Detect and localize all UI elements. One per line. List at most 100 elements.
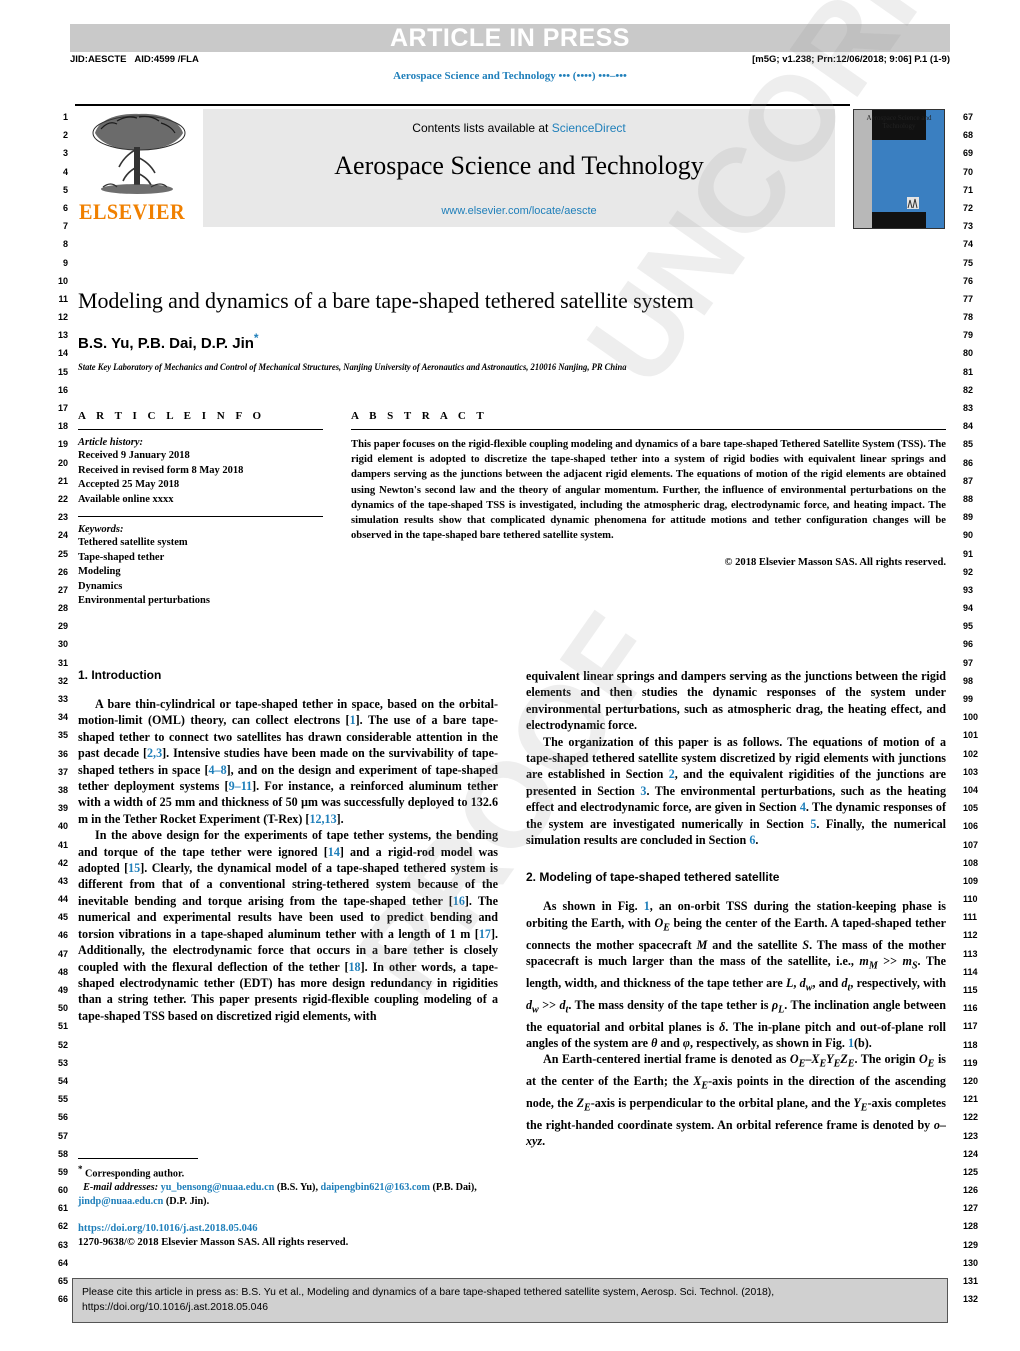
line-number: 124 xyxy=(963,1148,979,1159)
article-info-rule xyxy=(78,429,323,430)
citation-ref[interactable]: 15 xyxy=(128,861,140,875)
asterisk-icon: * xyxy=(78,1164,83,1174)
sciencedirect-link[interactable]: ScienceDirect xyxy=(552,121,626,135)
line-number: 54 xyxy=(57,1075,68,1086)
line-number: 69 xyxy=(963,148,974,159)
line-number: 66 xyxy=(57,1294,68,1305)
line-number: 105 xyxy=(963,803,979,814)
email-link-3[interactable]: jindp@nuaa.edu.cn xyxy=(78,1196,163,1207)
line-number: 21 xyxy=(57,475,68,486)
citation-ref[interactable]: 16 xyxy=(453,894,465,908)
symbol-sub: M xyxy=(868,960,878,972)
line-number: 6 xyxy=(62,202,68,213)
line-number: 67 xyxy=(963,112,974,122)
line-number: 94 xyxy=(963,603,974,614)
text-run: . The mass density of the tape tether is xyxy=(568,997,772,1012)
line-number: 52 xyxy=(57,1039,68,1050)
author-list: B.S. Yu, P.B. Dai, D.P. Jin* xyxy=(78,331,943,352)
line-number: 56 xyxy=(57,1112,68,1123)
line-number: 55 xyxy=(57,1094,68,1105)
keywords-label: Keywords: xyxy=(78,524,124,535)
line-number: 29 xyxy=(57,621,68,632)
citation-ref[interactable]: 2,3 xyxy=(147,746,162,760)
citation-ref[interactable]: 18 xyxy=(349,960,361,974)
title-block: Modeling and dynamics of a bare tape-sha… xyxy=(78,288,943,372)
production-stamp: [m5G; v1.238; Prn:12/06/2018; 9:06] P.1 … xyxy=(752,54,950,65)
citation-ref[interactable]: 9–11 xyxy=(229,779,253,793)
line-number: 128 xyxy=(963,1221,979,1232)
line-number: 110 xyxy=(963,894,978,905)
email-link-1[interactable]: yu_bensong@nuaa.edu.cn xyxy=(161,1182,275,1193)
line-number: 116 xyxy=(963,1003,978,1014)
line-number: 47 xyxy=(57,948,68,959)
author-names: B.S. Yu, P.B. Dai, D.P. Jin xyxy=(78,335,254,352)
history-revised: Received in revised form 8 May 2018 xyxy=(78,464,244,476)
line-number: 63 xyxy=(57,1239,68,1250)
line-number: 3 xyxy=(62,148,68,159)
symbol: m xyxy=(859,954,869,969)
history-accepted: Accepted 25 May 2018 xyxy=(78,479,180,490)
text-run: equivalent linear springs and dampers se… xyxy=(526,669,946,733)
journal-homepage-link[interactable]: www.elsevier.com/locate/aescte xyxy=(203,205,835,217)
line-number: 46 xyxy=(57,930,68,941)
line-number: 87 xyxy=(963,475,974,486)
paragraph-intro-1: A bare thin-cylindrical or tape-shaped t… xyxy=(78,696,498,827)
section-heading-introduction: 1. Introduction xyxy=(78,668,162,682)
paragraph-sec2-2: An Earth-centered inertial frame is deno… xyxy=(526,1051,946,1149)
line-number: 79 xyxy=(963,330,974,341)
symbol: Y xyxy=(826,1052,834,1067)
email-link-2[interactable]: daipengbin621@163.com xyxy=(321,1182,430,1193)
elsevier-tree-icon xyxy=(92,113,186,194)
line-number-gutter-right: 67 68 69 70 71 72 73 74 75 76 77 78 79 80 81 82 83 84 85 86… xyxy=(963,108,997,1308)
line-number: 49 xyxy=(57,985,68,995)
line-number: 92 xyxy=(963,566,974,577)
line-number: 15 xyxy=(57,366,68,377)
line-number: 125 xyxy=(963,1166,979,1177)
line-number: 98 xyxy=(963,675,974,686)
line-number: 34 xyxy=(57,712,68,723)
keywords-rule xyxy=(78,516,323,517)
line-number: 70 xyxy=(963,166,974,177)
citation-ref[interactable]: 12,13 xyxy=(309,812,336,826)
line-number: 38 xyxy=(57,784,68,795)
citation-ref[interactable]: 17 xyxy=(479,927,491,941)
text-run: , respectively, as shown in Fig. xyxy=(689,1035,848,1050)
citation-ref[interactable]: 14 xyxy=(328,845,340,859)
line-number: 127 xyxy=(963,1203,979,1214)
line-number: 119 xyxy=(963,1057,978,1068)
line-number: 130 xyxy=(963,1257,979,1268)
footnote-block: * Corresponding author. E-mail addresses… xyxy=(78,1158,498,1208)
keyword-item: Modeling xyxy=(78,566,121,577)
production-header: JID:AESCTE AID:4599 /FLA [m5G; v1.238; P… xyxy=(70,54,950,65)
symbol: O xyxy=(789,1052,799,1067)
text-run: (b). xyxy=(854,1035,872,1050)
line-number: 76 xyxy=(963,275,974,286)
line-number: 65 xyxy=(57,1276,68,1286)
journal-title: Aerospace Science and Technology xyxy=(334,151,704,180)
line-number: 40 xyxy=(57,821,68,832)
keyword-item: Environmental perturbations xyxy=(78,595,210,606)
line-number: 115 xyxy=(963,985,978,995)
line-number: 78 xyxy=(963,312,974,323)
citation-ref[interactable]: 4–8 xyxy=(208,763,226,777)
line-number: 120 xyxy=(963,1075,979,1086)
line-number: 58 xyxy=(57,1148,68,1159)
abstract-rule xyxy=(351,429,946,430)
elsevier-logo: ELSEVIER xyxy=(75,109,203,227)
jid-text: JID:AESCTE xyxy=(70,54,127,65)
text-run: -axis is perpendicular to the orbital pl… xyxy=(590,1095,854,1110)
line-number: 95 xyxy=(963,621,974,632)
line-number: 42 xyxy=(57,857,68,868)
doi-link[interactable]: https://doi.org/10.1016/j.ast.2018.05.04… xyxy=(78,1222,508,1236)
email-label: E-mail addresses: xyxy=(83,1181,159,1193)
line-number: 53 xyxy=(57,1057,68,1068)
text-run: As shown in Fig. xyxy=(543,899,644,914)
text-run: . xyxy=(755,833,759,848)
line-number: 91 xyxy=(963,548,974,559)
abstract-column: A B S T R A C T This paper focuses on th… xyxy=(351,410,946,609)
line-number: 30 xyxy=(57,639,68,650)
line-number: 2 xyxy=(62,130,68,141)
line-number: 88 xyxy=(963,493,974,504)
line-number: 10 xyxy=(57,275,68,286)
line-number: 43 xyxy=(57,875,68,886)
